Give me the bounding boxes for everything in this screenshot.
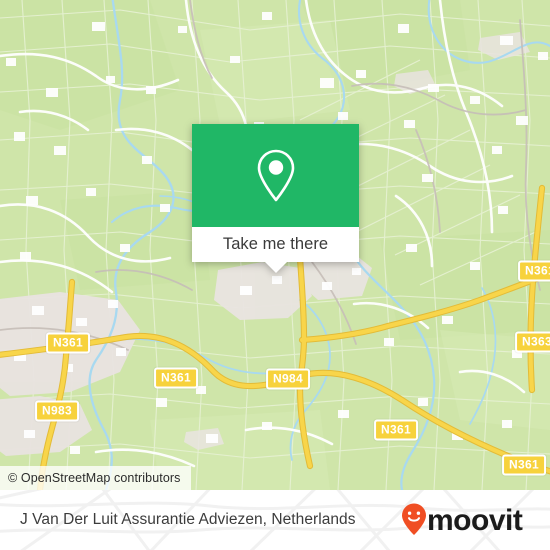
map-pin-icon — [254, 148, 298, 204]
take-me-there-label: Take me there — [222, 235, 329, 253]
location-title: J Van Der Luit Assurantie Adviezen, Neth… — [20, 511, 356, 528]
attribution-text: © OpenStreetMap contributors — [8, 471, 181, 485]
popup-tail-pointer — [264, 262, 287, 273]
map-attribution[interactable]: © OpenStreetMap contributors — [0, 466, 191, 490]
road-shield: N361 — [374, 419, 418, 441]
moovit-logo[interactable]: moovit — [400, 502, 528, 538]
popup-header — [192, 124, 359, 227]
svg-text:moovit: moovit — [427, 504, 523, 537]
footer-content: J Van Der Luit Assurantie Adviezen, Neth… — [0, 490, 550, 550]
moovit-smiley-pin-icon — [402, 503, 426, 535]
road-shield: N361 — [502, 454, 546, 476]
road-shield: N363 — [515, 331, 550, 353]
road-shield: N361 — [518, 260, 550, 282]
popup-footer[interactable]: Take me there — [192, 227, 359, 273]
road-shield: N984 — [266, 368, 310, 390]
page-footer: J Van Der Luit Assurantie Adviezen, Neth… — [0, 490, 550, 550]
road-shield: N983 — [35, 400, 79, 422]
road-shield: N361 — [154, 367, 198, 389]
road-shield: N361 — [46, 332, 90, 354]
location-popup-card[interactable]: Take me there — [192, 124, 359, 273]
